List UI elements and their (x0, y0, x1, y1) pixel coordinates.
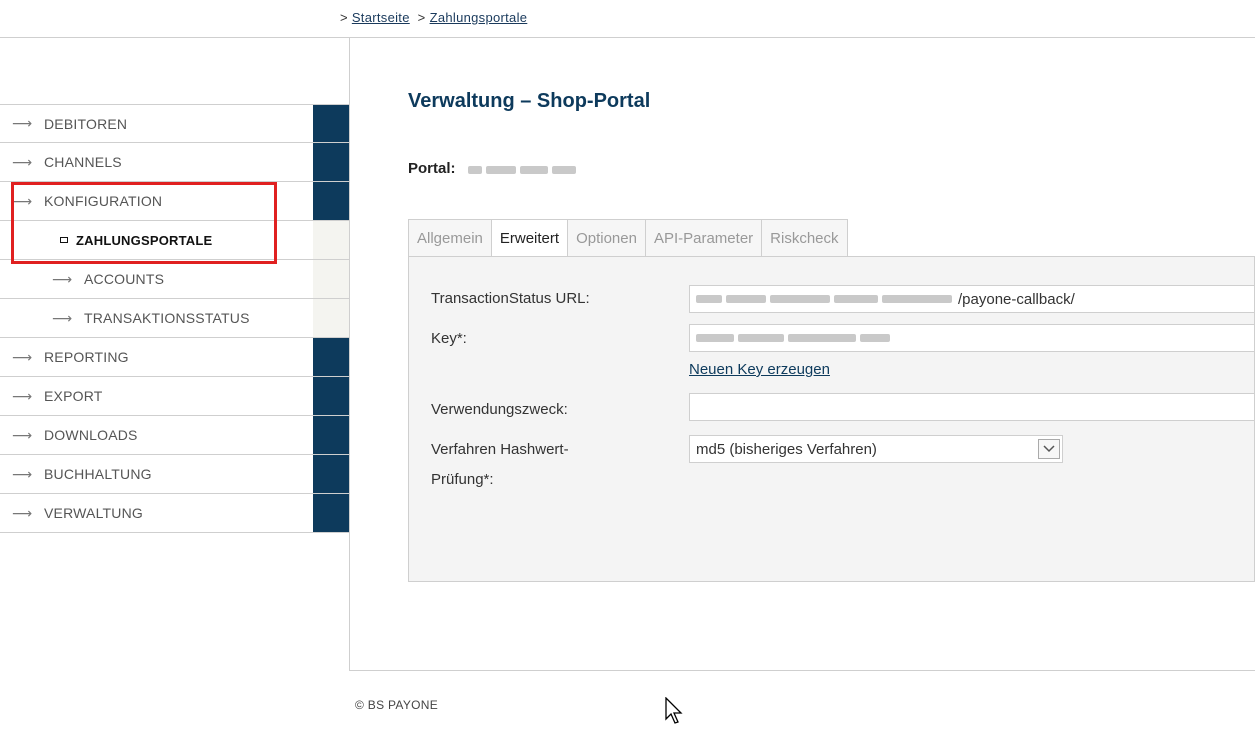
breadcrumb-prefix: > (340, 10, 348, 25)
hash-label-line2: Prüfung*: (431, 471, 494, 488)
arrow-right-icon: ⟶ (11, 504, 33, 521)
sidebar-item-label: TRANSAKTIONSSTATUS (84, 310, 250, 326)
sidebar-item-label: DOWNLOADS (44, 427, 138, 443)
tab-erweitert[interactable]: Erweitert (490, 219, 569, 257)
sidebar-item-debitoren[interactable]: ⟶ DEBITOREN (0, 104, 349, 143)
arrow-right-icon: ⟶ (11, 115, 33, 131)
key-input[interactable] (689, 324, 1255, 352)
tab-bar: Allgemein Erweitert Optionen API-Paramet… (408, 219, 848, 257)
tab-riskcheck[interactable]: Riskcheck (761, 219, 848, 256)
sidebar-item-downloads[interactable]: ⟶ DOWNLOADS (0, 416, 349, 455)
page-title: Verwaltung – Shop-Portal (408, 90, 651, 112)
chevron-down-icon[interactable] (1038, 439, 1060, 459)
verwendungszweck-input[interactable] (689, 393, 1255, 421)
sidebar-accent-bar (313, 494, 349, 532)
tab-label: API-Parameter (653, 229, 754, 247)
sidebar-accent-bar (313, 105, 349, 142)
transaction-status-label: TransactionStatus URL: (431, 290, 590, 307)
sidebar-accent-bar (313, 338, 349, 376)
transaction-status-url-input[interactable]: /payone-callback/ (689, 285, 1255, 313)
tab-api-parameter[interactable]: API-Parameter (644, 219, 763, 256)
tab-label: Optionen (576, 229, 637, 247)
sidebar-accent-bar (313, 221, 349, 259)
arrow-right-icon: ⟶ (51, 309, 73, 326)
url-redacted (696, 295, 956, 303)
breadcrumb-link-zahlungsportale[interactable]: Zahlungsportale (430, 10, 528, 25)
tab-allgemein[interactable]: Allgemein (408, 219, 492, 256)
new-key-link[interactable]: Neuen Key erzeugen (689, 361, 830, 378)
sidebar-item-export[interactable]: ⟶ EXPORT (0, 377, 349, 416)
sidebar-item-transaktionsstatus[interactable]: ⟶ TRANSAKTIONSSTATUS (0, 299, 349, 338)
tab-optionen[interactable]: Optionen (567, 219, 646, 256)
sidebar-item-channels[interactable]: ⟶ CHANNELS (0, 143, 349, 182)
sidebar-item-label: REPORTING (44, 349, 129, 365)
sidebar-item-label: BUCHHALTUNG (44, 466, 152, 482)
arrow-right-icon: ⟶ (51, 270, 73, 287)
arrow-right-icon: ⟶ (11, 465, 33, 482)
sidebar-accent-bar (313, 143, 349, 181)
sidebar-item-label: CHANNELS (44, 154, 122, 170)
sidebar-item-label: ACCOUNTS (84, 271, 165, 287)
sidebar-item-label: EXPORT (44, 388, 103, 404)
sidebar-item-label: VERWALTUNG (44, 505, 143, 521)
sidebar-accent-bar (313, 455, 349, 493)
url-suffix: /payone-callback/ (958, 290, 1075, 308)
tab-label: Allgemein (417, 229, 483, 247)
breadcrumb: > Startseite > Zahlungsportale (340, 10, 527, 25)
sidebar-item-reporting[interactable]: ⟶ REPORTING (0, 338, 349, 377)
portal-line: Portal: (408, 160, 580, 178)
arrow-right-icon: ⟶ (11, 348, 33, 365)
hash-method-value: md5 (bisheriges Verfahren) (696, 440, 877, 458)
verwendungszweck-label: Verwendungszweck: (431, 401, 568, 418)
arrow-right-icon: ⟶ (11, 387, 33, 404)
footer-copyright: © BS PAYONE (355, 698, 439, 712)
hash-method-select[interactable]: md5 (bisheriges Verfahren) (689, 435, 1063, 463)
key-label: Key*: (431, 330, 467, 347)
sidebar-accent-bar (313, 377, 349, 415)
portal-name-redacted (467, 161, 580, 178)
sidebar-item-accounts[interactable]: ⟶ ACCOUNTS (0, 260, 349, 299)
sidebar-item-buchhaltung[interactable]: ⟶ BUCHHALTUNG (0, 455, 349, 494)
arrow-right-icon: ⟶ (11, 153, 33, 170)
portal-label: Portal: (408, 160, 456, 177)
hash-label-line1: Verfahren Hashwert- (431, 441, 569, 458)
sidebar-accent-bar (313, 260, 349, 298)
tab-label: Riskcheck (770, 229, 839, 247)
sidebar-accent-bar (313, 299, 349, 337)
key-redacted (696, 334, 894, 342)
tab-label: Erweitert (499, 230, 560, 247)
highlight-box-konfiguration (11, 182, 277, 264)
sidebar-item-verwaltung[interactable]: ⟶ VERWALTUNG (0, 494, 349, 533)
sidebar-accent-bar (313, 182, 349, 220)
sidebar-accent-bar (313, 416, 349, 454)
sidebar-item-label: DEBITOREN (44, 115, 128, 132)
mouse-cursor-icon (665, 696, 685, 730)
sidebar: ⟶ DEBITOREN ⟶ CHANNELS ⟶ KONFIGURATION Z… (0, 104, 349, 533)
breadcrumb-separator: > (417, 10, 426, 25)
breadcrumb-link-startseite[interactable]: Startseite (352, 10, 410, 25)
arrow-right-icon: ⟶ (11, 426, 33, 443)
